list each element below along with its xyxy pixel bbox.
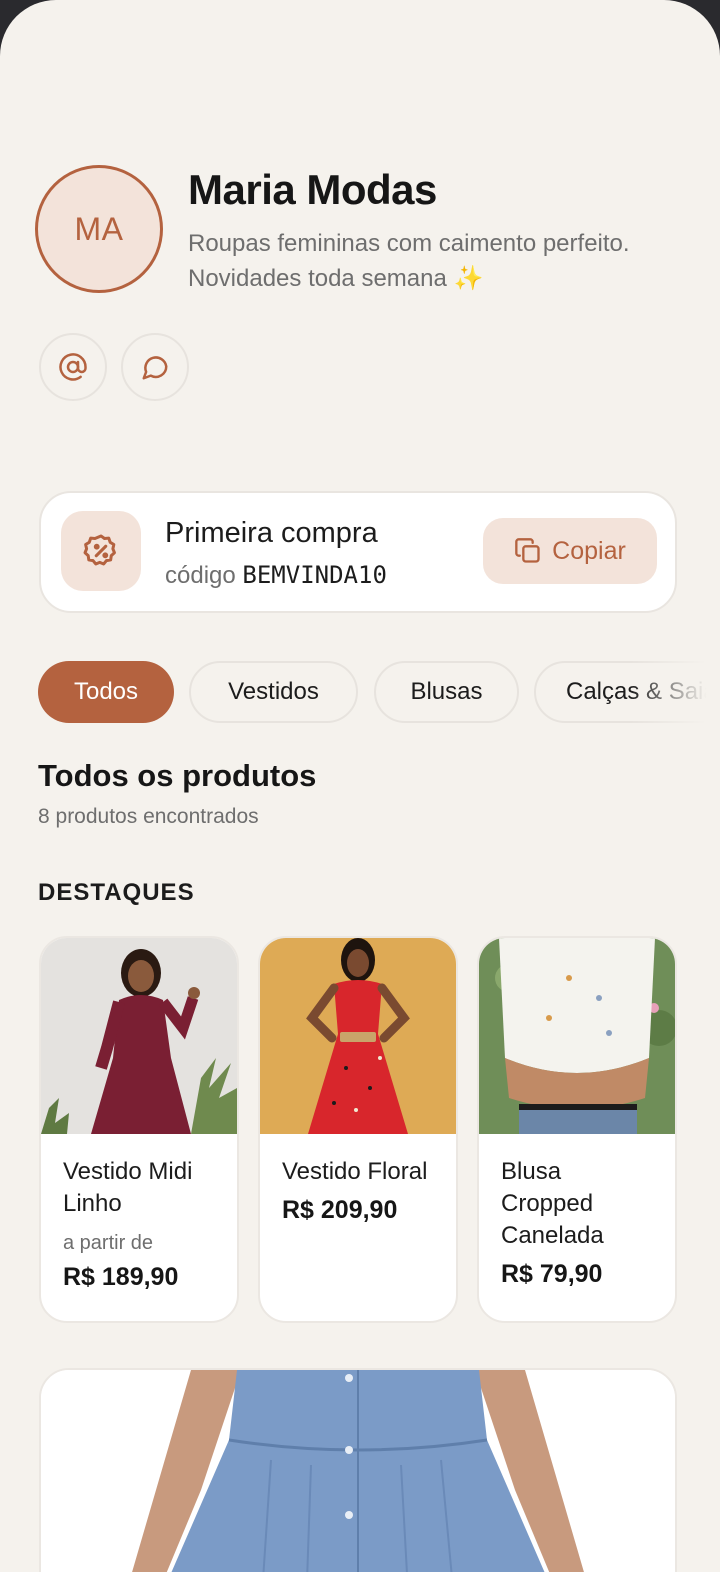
copy-icon — [515, 538, 540, 563]
product-count: 8 produtos encontrados — [38, 805, 259, 828]
coupon-card: Primeira compra código BEMVINDA10 Copiar — [39, 491, 677, 613]
product-price: R$ 79,90 — [501, 1260, 603, 1288]
tab-label: Vestidos — [228, 678, 319, 705]
at-sign-icon — [59, 353, 87, 381]
product-name: Blusa Cropped Canelada — [501, 1158, 604, 1249]
product-image-burgundy-dress — [41, 938, 237, 1134]
product-price: R$ 209,90 — [282, 1196, 398, 1224]
product-image-embroidered-blouse — [479, 938, 675, 1134]
product-card-large[interactable] — [39, 1368, 677, 1572]
product-image-floral-dress — [260, 938, 456, 1134]
coupon-code-line: código BEMVINDA10 — [165, 561, 387, 590]
section-title: Todos os produtos — [38, 758, 317, 793]
product-card[interactable]: Vestido Midi Linho a partir de R$ 189,90 — [39, 936, 239, 1323]
price-from-label: a partir de — [63, 1232, 154, 1254]
product-name: Vestido Midi Linho — [63, 1158, 193, 1217]
chat-button[interactable] — [121, 333, 189, 401]
product-card[interactable]: Blusa Cropped Canelada R$ 79,90 — [477, 936, 677, 1323]
store-avatar: MA — [35, 165, 163, 293]
product-card[interactable]: Vestido Floral R$ 209,90 — [258, 936, 458, 1323]
tab-blusas[interactable]: Blusas — [374, 661, 519, 723]
copy-code-button[interactable]: Copiar — [483, 518, 657, 584]
store-screen: MA Maria Modas Roupas femininas com caim… — [0, 0, 720, 1572]
product-price: R$ 189,90 — [63, 1263, 179, 1291]
discount-badge-icon — [83, 534, 116, 566]
tab-label: Blusas — [410, 678, 483, 705]
tab-label: Todos — [73, 678, 139, 705]
product-info: Vestido Midi Linho a partir de R$ 189,90 — [63, 1156, 221, 1292]
copy-label: Copiar — [552, 536, 626, 565]
tab-vestidos[interactable]: Vestidos — [189, 661, 358, 723]
coupon-code: BEMVINDA10 — [242, 561, 387, 589]
chat-bubble-icon — [142, 356, 168, 380]
product-info: Vestido Floral R$ 209,90 — [282, 1156, 440, 1225]
highlights-label: DESTAQUES — [38, 879, 195, 906]
product-name: Vestido Floral — [282, 1158, 428, 1185]
coupon-icon-tile — [61, 511, 141, 591]
product-image-denim-dress — [41, 1370, 675, 1572]
tab-todos[interactable]: Todos — [38, 661, 174, 723]
product-info: Blusa Cropped Canelada R$ 79,90 — [501, 1156, 659, 1289]
email-button[interactable] — [39, 333, 107, 401]
coupon-title: Primeira compra — [165, 517, 378, 549]
tabs-fade-overlay — [630, 655, 720, 729]
avatar-initials: MA — [74, 210, 124, 247]
store-name: Maria Modas — [188, 166, 437, 213]
coupon-code-prefix: código — [165, 562, 236, 589]
store-description: Roupas femininas com caimento perfeito. … — [188, 230, 630, 292]
